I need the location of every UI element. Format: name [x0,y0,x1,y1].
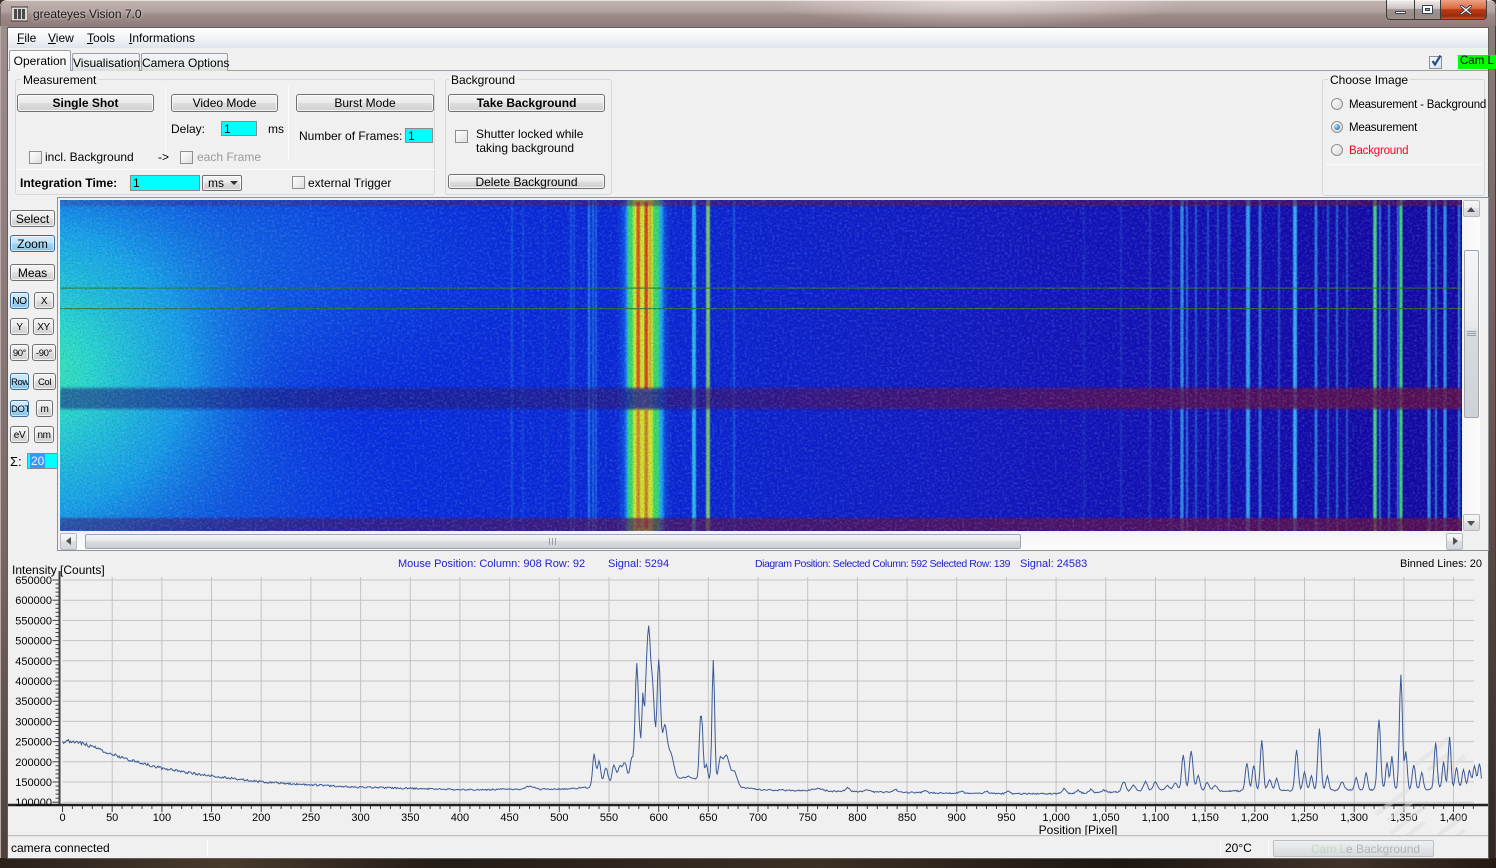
svg-text:350: 350 [401,812,419,824]
svg-text:250: 250 [302,812,320,824]
svg-text:700: 700 [749,812,767,824]
svg-text:250000: 250000 [15,737,52,749]
svg-text:500000: 500000 [15,636,52,648]
svg-text:750: 750 [799,812,817,824]
svg-text:550000: 550000 [15,615,52,627]
svg-text:850: 850 [898,812,916,824]
svg-text:950: 950 [997,812,1015,824]
svg-text:800: 800 [848,812,866,824]
svg-text:0: 0 [59,812,65,824]
svg-text:150000: 150000 [15,777,52,789]
svg-text:150: 150 [202,812,220,824]
svg-text:1,300: 1,300 [1340,812,1368,824]
svg-text:400: 400 [451,812,469,824]
svg-text:650: 650 [699,812,717,824]
svg-text:300000: 300000 [15,716,52,728]
svg-text:500: 500 [550,812,568,824]
svg-text:100000: 100000 [15,797,52,809]
svg-text:100: 100 [153,812,171,824]
svg-text:1,150: 1,150 [1191,812,1219,824]
svg-text:550: 550 [600,812,618,824]
svg-text:450: 450 [500,812,518,824]
svg-text:1,200: 1,200 [1241,812,1269,824]
svg-text:400000: 400000 [15,676,52,688]
svg-text:1,250: 1,250 [1291,812,1319,824]
svg-text:350000: 350000 [15,696,52,708]
svg-text:Position [Pixel]: Position [Pixel] [1039,823,1118,836]
svg-text:200000: 200000 [15,757,52,769]
svg-text:450000: 450000 [15,656,52,668]
svg-text:600: 600 [650,812,668,824]
svg-text:50: 50 [106,812,118,824]
svg-text:300: 300 [351,812,369,824]
svg-text:900: 900 [948,812,966,824]
svg-text:200: 200 [252,812,270,824]
svg-text:600000: 600000 [15,595,52,607]
svg-text:1,100: 1,100 [1142,812,1170,824]
